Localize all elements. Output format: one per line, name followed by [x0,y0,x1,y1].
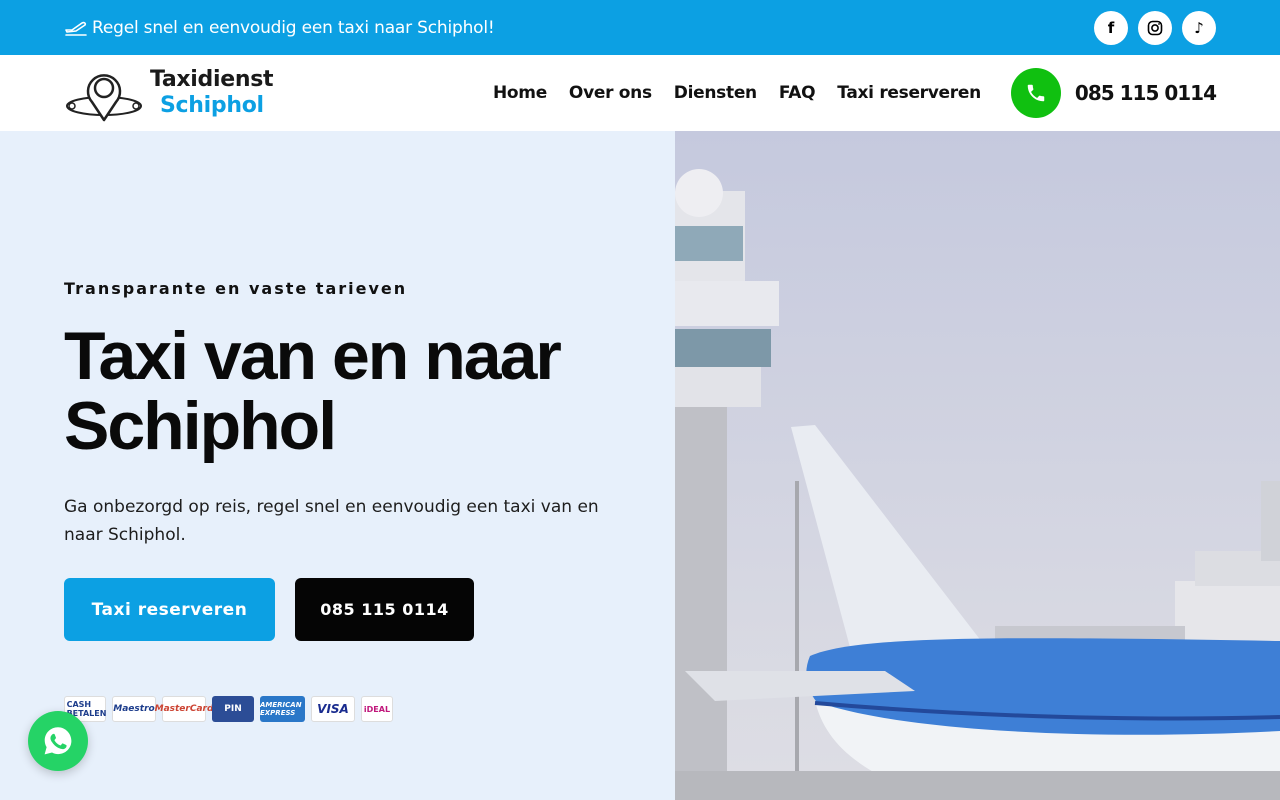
phone-number: 085 115 0114 [1074,81,1217,105]
location-pin-logo-icon [66,74,142,122]
instagram-icon[interactable] [1138,10,1172,45]
airport-illustration [675,131,1280,800]
mastercard-icon: MasterCard [155,696,213,722]
facebook-icon[interactable]: f [1094,10,1128,45]
call-button[interactable]: 085 115 0114 [295,578,474,641]
social-links: f ♪ [1094,10,1216,45]
logo-title: Taxidienst [150,67,274,92]
nav-diensten[interactable]: Diensten [674,83,757,103]
logo[interactable]: Taxidienst Schiphol [64,61,274,125]
pin-icon: PIN [212,696,254,722]
maestro-icon: Maestro [112,696,156,722]
header-phone[interactable]: 085 115 0114 [1010,68,1217,118]
plane-departure-icon [64,18,88,38]
amex-icon: AMERICAN EXPRESS [260,696,305,722]
hero-section: Transparante en vaste tarieven Taxi van … [0,131,675,800]
hero-description: Ga onbezorgd op reis, regel snel en eenv… [64,497,599,545]
hero-airport-image [675,131,1280,800]
nav-over-ons[interactable]: Over ons [569,83,652,103]
nav-faq[interactable]: FAQ [779,83,816,103]
visa-icon: VISA [311,696,355,722]
nav-taxi-reserveren[interactable]: Taxi reserveren [837,83,981,103]
nav-home[interactable]: Home [493,83,547,103]
whatsapp-icon[interactable] [28,711,88,771]
ideal-icon: iDEAL [361,696,393,722]
main-nav: Home Over ons Diensten FAQ Taxi reserver… [493,83,981,103]
tiktok-icon[interactable]: ♪ [1182,10,1216,45]
phone-icon [1010,68,1061,118]
payment-methods: CASH BETALEN Maestro MasterCard PIN AMER… [64,696,393,722]
announcement-bar: Regel snel en eenvoudig een taxi naar Sc… [0,0,1280,55]
announcement-text: Regel snel en eenvoudig een taxi naar Sc… [92,17,495,38]
hero-eyebrow: Transparante en vaste tarieven [64,279,408,298]
site-header: Taxidienst Schiphol Home Over ons Dienst… [0,55,1280,131]
reserve-taxi-button[interactable]: Taxi reserveren [64,578,275,641]
logo-subtitle: Schiphol [160,93,264,118]
hero-title: Taxi van en naar Schiphol [64,318,562,464]
